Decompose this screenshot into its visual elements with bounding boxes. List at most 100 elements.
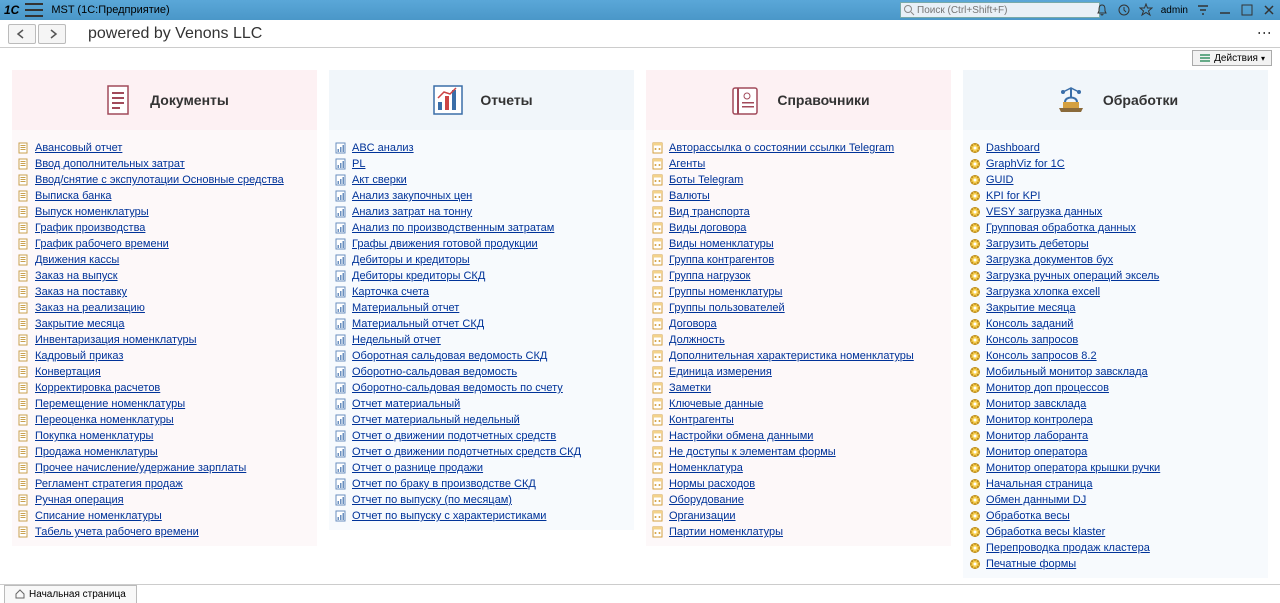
- item-link[interactable]: KPI for KPI: [986, 189, 1040, 203]
- global-search[interactable]: [900, 2, 1100, 18]
- item-link[interactable]: Оборотная сальдовая ведомость СКД: [352, 349, 547, 363]
- item-link[interactable]: Заказ на реализацию: [35, 301, 145, 315]
- item-link[interactable]: Заказ на поставку: [35, 285, 127, 299]
- item-link[interactable]: Графы движения готовой продукции: [352, 237, 538, 251]
- item-link[interactable]: Выпуск номенклатуры: [35, 205, 149, 219]
- item-link[interactable]: Отчет о движении подотчетных средств: [352, 429, 556, 443]
- item-link[interactable]: Переоценка номенклатуры: [35, 413, 174, 427]
- item-link[interactable]: Ввод/снятие с экспулотации Основные сред…: [35, 173, 284, 187]
- item-link[interactable]: Номенклатура: [669, 461, 743, 475]
- history-icon[interactable]: [1117, 3, 1131, 17]
- item-link[interactable]: Обработка весы: [986, 509, 1070, 523]
- filter-icon[interactable]: [1196, 3, 1210, 17]
- item-link[interactable]: Покупка номенклатуры: [35, 429, 153, 443]
- nav-back-button[interactable]: [8, 24, 36, 44]
- item-link[interactable]: Должность: [669, 333, 725, 347]
- item-link[interactable]: Загрузка ручных операций эксель: [986, 269, 1159, 283]
- user-label[interactable]: admin: [1161, 5, 1188, 16]
- item-link[interactable]: Дебиторы и кредиторы: [352, 253, 470, 267]
- item-link[interactable]: Регламент стратегия продаж: [35, 477, 183, 491]
- item-link[interactable]: Анализ по производственным затратам: [352, 221, 554, 235]
- item-link[interactable]: Перепроводка продаж кластера: [986, 541, 1150, 555]
- item-link[interactable]: Недельный отчет: [352, 333, 441, 347]
- item-link[interactable]: Отчет по браку в производстве СКД: [352, 477, 536, 491]
- item-link[interactable]: Акт сверки: [352, 173, 407, 187]
- item-link[interactable]: Группа нагрузок: [669, 269, 750, 283]
- item-link[interactable]: Корректировка расчетов: [35, 381, 160, 395]
- item-link[interactable]: Закрытие месяца: [986, 301, 1076, 315]
- item-link[interactable]: Оборотно-сальдовая ведомость: [352, 365, 517, 379]
- item-link[interactable]: Ручная операция: [35, 493, 124, 507]
- close-icon[interactable]: [1262, 3, 1276, 17]
- item-link[interactable]: Контрагенты: [669, 413, 734, 427]
- item-link[interactable]: GraphViz for 1C: [986, 157, 1065, 171]
- item-link[interactable]: Выписка банка: [35, 189, 111, 203]
- item-link[interactable]: Консоль запросов 8.2: [986, 349, 1097, 363]
- item-link[interactable]: Вид транспорта: [669, 205, 750, 219]
- item-link[interactable]: GUID: [986, 173, 1014, 187]
- main-menu-icon[interactable]: [25, 3, 43, 17]
- item-link[interactable]: Виды договора: [669, 221, 746, 235]
- item-link[interactable]: PL: [352, 157, 365, 171]
- item-link[interactable]: Заметки: [669, 381, 711, 395]
- item-link[interactable]: Перемещение номенклатуры: [35, 397, 185, 411]
- item-link[interactable]: Настройки обмена данными: [669, 429, 813, 443]
- item-link[interactable]: Закрытие месяца: [35, 317, 125, 331]
- item-link[interactable]: Отчет по выпуску (по месяцам): [352, 493, 512, 507]
- search-input[interactable]: [917, 5, 1087, 16]
- item-link[interactable]: Печатные формы: [986, 557, 1076, 571]
- item-link[interactable]: Групповая обработка данных: [986, 221, 1136, 235]
- item-link[interactable]: Материальный отчет: [352, 301, 459, 315]
- item-link[interactable]: Монитор доп процессов: [986, 381, 1109, 395]
- item-link[interactable]: Материальный отчет СКД: [352, 317, 484, 331]
- item-link[interactable]: Загрузить дебеторы: [986, 237, 1089, 251]
- item-link[interactable]: График производства: [35, 221, 145, 235]
- item-link[interactable]: Агенты: [669, 157, 705, 171]
- item-link[interactable]: Монитор контролера: [986, 413, 1093, 427]
- item-link[interactable]: Загрузка документов бух: [986, 253, 1113, 267]
- item-link[interactable]: Монитор лаборанта: [986, 429, 1088, 443]
- item-link[interactable]: Ввод дополнительных затрат: [35, 157, 185, 171]
- item-link[interactable]: Группа контрагентов: [669, 253, 774, 267]
- item-link[interactable]: Дебиторы кредиторы СКД: [352, 269, 485, 283]
- item-link[interactable]: Кадровый приказ: [35, 349, 123, 363]
- item-link[interactable]: Мобильный монитор завсклада: [986, 365, 1148, 379]
- item-link[interactable]: Движения кассы: [35, 253, 119, 267]
- item-link[interactable]: Нормы расходов: [669, 477, 755, 491]
- item-link[interactable]: Dashboard: [986, 141, 1040, 155]
- item-link[interactable]: Группы пользователей: [669, 301, 785, 315]
- item-link[interactable]: Конвертация: [35, 365, 101, 379]
- item-link[interactable]: Организации: [669, 509, 736, 523]
- item-link[interactable]: Консоль запросов: [986, 333, 1078, 347]
- item-link[interactable]: Инвентаризация номенклатуры: [35, 333, 197, 347]
- item-link[interactable]: Заказ на выпуск: [35, 269, 118, 283]
- item-link[interactable]: Прочее начисление/удержание зарплаты: [35, 461, 246, 475]
- item-link[interactable]: Авторассылка о состоянии ссылки Telegram: [669, 141, 894, 155]
- item-link[interactable]: Отчет по выпуску с характеристиками: [352, 509, 546, 523]
- item-link[interactable]: Обмен данными DJ: [986, 493, 1086, 507]
- item-link[interactable]: Загрузка хлопка excell: [986, 285, 1100, 299]
- item-link[interactable]: Начальная страница: [986, 477, 1092, 491]
- item-link[interactable]: Карточка счета: [352, 285, 429, 299]
- item-link[interactable]: Отчет материальный: [352, 397, 460, 411]
- item-link[interactable]: Группы номенклатуры: [669, 285, 782, 299]
- more-icon[interactable]: ⋮: [1256, 26, 1273, 41]
- bell-icon[interactable]: [1095, 3, 1109, 17]
- item-link[interactable]: Продажа номенклатуры: [35, 445, 158, 459]
- minimize-icon[interactable]: [1218, 3, 1232, 17]
- item-link[interactable]: График рабочего времени: [35, 237, 169, 251]
- actions-button[interactable]: Действия: [1192, 50, 1272, 66]
- item-link[interactable]: Боты Telegram: [669, 173, 743, 187]
- item-link[interactable]: Анализ затрат на тонну: [352, 205, 472, 219]
- nav-forward-button[interactable]: [38, 24, 66, 44]
- item-link[interactable]: Единица измерения: [669, 365, 772, 379]
- item-link[interactable]: Оборудование: [669, 493, 744, 507]
- item-link[interactable]: Консоль заданий: [986, 317, 1073, 331]
- item-link[interactable]: Валюты: [669, 189, 710, 203]
- status-tab-home[interactable]: Начальная страница: [4, 585, 137, 603]
- item-link[interactable]: Монитор оператора: [986, 445, 1087, 459]
- maximize-icon[interactable]: [1240, 3, 1254, 17]
- item-link[interactable]: Оборотно-сальдовая ведомость по счету: [352, 381, 563, 395]
- item-link[interactable]: Авансовый отчет: [35, 141, 122, 155]
- item-link[interactable]: VESY загрузка данных: [986, 205, 1102, 219]
